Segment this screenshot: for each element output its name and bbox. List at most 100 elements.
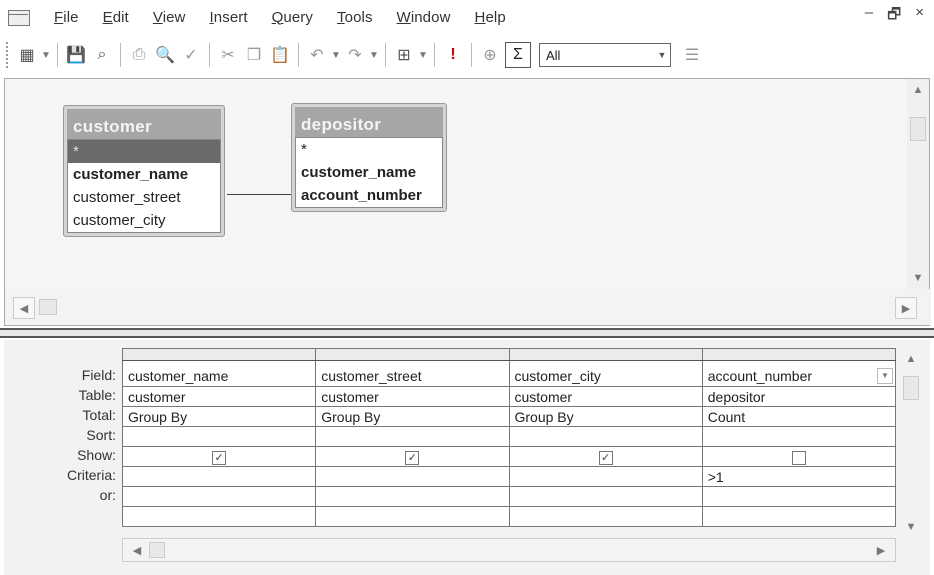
save-icon[interactable]: 💾 bbox=[63, 42, 89, 68]
undo-dropdown-arrow[interactable]: ▼ bbox=[330, 42, 342, 68]
sort-cell[interactable] bbox=[315, 426, 510, 447]
run-icon[interactable]: ! bbox=[440, 42, 466, 68]
menu-query[interactable]: Query bbox=[272, 9, 313, 26]
query-type-icon[interactable]: ⊞ bbox=[391, 42, 417, 68]
scroll-down-icon[interactable]: ▼ bbox=[907, 267, 929, 289]
or-cell[interactable] bbox=[701, 486, 897, 507]
criteria-cell[interactable]: >1 bbox=[701, 466, 897, 487]
scroll-down-icon[interactable]: ▼ bbox=[900, 516, 922, 538]
or-cell[interactable] bbox=[315, 486, 510, 507]
search-icon[interactable]: ⌕ bbox=[89, 42, 115, 68]
or-cell[interactable] bbox=[121, 486, 317, 507]
field-item-account-number[interactable]: account_number bbox=[296, 184, 442, 207]
sort-cell[interactable] bbox=[508, 426, 703, 447]
show-checkbox[interactable]: ✓ bbox=[598, 450, 613, 465]
menu-help[interactable]: Help bbox=[475, 9, 506, 26]
field-list-title[interactable]: depositor bbox=[295, 107, 443, 137]
scroll-left-icon[interactable]: ◀ bbox=[127, 541, 147, 559]
blank-cell[interactable] bbox=[315, 506, 510, 527]
blank-cell[interactable] bbox=[508, 506, 703, 527]
app-window-icon[interactable] bbox=[6, 7, 32, 27]
menu-tools[interactable]: Tools bbox=[337, 9, 373, 26]
redo-icon[interactable]: ↷ bbox=[342, 42, 368, 68]
column-selector[interactable] bbox=[121, 348, 317, 361]
field-item-customer-name[interactable]: customer_name bbox=[68, 163, 220, 186]
show-checkbox[interactable]: ✓ bbox=[212, 450, 227, 465]
sort-cell[interactable] bbox=[701, 426, 897, 447]
spelling-icon[interactable]: ✓ bbox=[178, 42, 204, 68]
menu-window[interactable]: Window bbox=[397, 9, 451, 26]
total-cell[interactable]: Count bbox=[701, 406, 897, 427]
pane-splitter[interactable] bbox=[0, 328, 934, 338]
paste-icon[interactable]: 📋 bbox=[267, 42, 293, 68]
column-selector[interactable] bbox=[701, 348, 897, 361]
or-cell[interactable] bbox=[508, 486, 703, 507]
total-cell[interactable]: Group By bbox=[121, 406, 317, 427]
menu-file[interactable]: File bbox=[54, 9, 79, 26]
blank-cell[interactable] bbox=[701, 506, 897, 527]
field-cell[interactable]: customer_city bbox=[508, 360, 703, 387]
join-line[interactable] bbox=[227, 194, 291, 195]
show-checkbox[interactable]: ✓ bbox=[405, 450, 420, 465]
scroll-up-icon[interactable]: ▲ bbox=[907, 79, 929, 101]
view-dropdown-arrow[interactable]: ▼ bbox=[40, 42, 52, 68]
field-item-customer-name[interactable]: customer_name bbox=[296, 161, 442, 184]
minimize-icon[interactable]: – bbox=[865, 4, 873, 29]
properties-icon[interactable]: ☰ bbox=[679, 42, 705, 68]
column-selector[interactable] bbox=[508, 348, 703, 361]
table-cell[interactable]: depositor bbox=[701, 386, 897, 407]
criteria-cell[interactable] bbox=[508, 466, 703, 487]
show-checkbox[interactable] bbox=[791, 450, 806, 465]
scroll-right-icon[interactable]: ▶ bbox=[871, 541, 891, 559]
show-table-icon[interactable]: ⊕ bbox=[477, 42, 503, 68]
query-type-dropdown-arrow[interactable]: ▼ bbox=[417, 42, 429, 68]
criteria-cell[interactable] bbox=[315, 466, 510, 487]
field-list-depositor[interactable]: depositor * customer_name account_number bbox=[291, 103, 447, 212]
view-icon[interactable]: ▦ bbox=[14, 42, 40, 68]
table-cell[interactable]: customer bbox=[315, 386, 510, 407]
blank-cell[interactable] bbox=[121, 506, 317, 527]
sort-cell[interactable] bbox=[121, 426, 317, 447]
field-list-customer[interactable]: customer * customer_name customer_street… bbox=[63, 105, 225, 237]
toolbar-grip[interactable] bbox=[6, 42, 10, 68]
grid-vertical-scrollbar[interactable]: ▲ ▼ bbox=[900, 348, 922, 538]
field-item-customer-street[interactable]: customer_street bbox=[68, 186, 220, 209]
field-cell[interactable]: customer_street bbox=[315, 360, 510, 387]
menu-view[interactable]: View bbox=[153, 9, 186, 26]
undo-icon[interactable]: ↶ bbox=[304, 42, 330, 68]
field-cell[interactable]: ▼ account_number bbox=[701, 360, 897, 387]
column-selector[interactable] bbox=[315, 348, 510, 361]
totals-icon[interactable]: Σ bbox=[505, 42, 531, 68]
menu-insert[interactable]: Insert bbox=[210, 9, 248, 26]
close-icon[interactable]: × bbox=[915, 4, 924, 29]
field-list-title[interactable]: customer bbox=[67, 109, 221, 139]
chevron-down-icon[interactable]: ▼ bbox=[877, 367, 893, 384]
table-cell[interactable]: customer bbox=[508, 386, 703, 407]
criteria-cell[interactable] bbox=[121, 466, 317, 487]
chevron-down-icon[interactable]: ▼ bbox=[654, 45, 670, 65]
top-values-select[interactable]: All ▼ bbox=[539, 43, 671, 67]
scroll-up-icon[interactable]: ▲ bbox=[900, 348, 922, 370]
scroll-thumb[interactable] bbox=[149, 542, 165, 558]
grid-horizontal-scrollbar[interactable]: ◀ ▶ bbox=[122, 538, 896, 562]
restore-icon[interactable]: 🗗 bbox=[887, 4, 901, 29]
table-pane-vertical-scrollbar[interactable]: ▲ ▼ bbox=[907, 79, 929, 289]
field-cell[interactable]: customer_name bbox=[121, 360, 317, 387]
field-item-customer-city[interactable]: customer_city bbox=[68, 209, 220, 232]
field-item-all[interactable]: * bbox=[68, 140, 220, 163]
scroll-thumb[interactable] bbox=[910, 117, 926, 141]
total-cell[interactable]: Group By bbox=[315, 406, 510, 427]
table-cell[interactable]: customer bbox=[121, 386, 317, 407]
print-icon[interactable]: ⎙ bbox=[126, 42, 152, 68]
menu-edit[interactable]: Edit bbox=[103, 9, 129, 26]
redo-dropdown-arrow[interactable]: ▼ bbox=[368, 42, 380, 68]
scroll-thumb[interactable] bbox=[903, 376, 919, 400]
cut-icon[interactable]: ✂ bbox=[215, 42, 241, 68]
total-cell[interactable]: Group By bbox=[508, 406, 703, 427]
scroll-thumb[interactable] bbox=[39, 299, 57, 315]
scroll-left-icon[interactable]: ◀ bbox=[13, 297, 35, 319]
copy-icon[interactable]: ❐ bbox=[241, 42, 267, 68]
scroll-right-icon[interactable]: ▶ bbox=[895, 297, 917, 319]
field-item-all[interactable]: * bbox=[296, 138, 442, 161]
print-preview-icon[interactable]: 🔍 bbox=[152, 42, 178, 68]
